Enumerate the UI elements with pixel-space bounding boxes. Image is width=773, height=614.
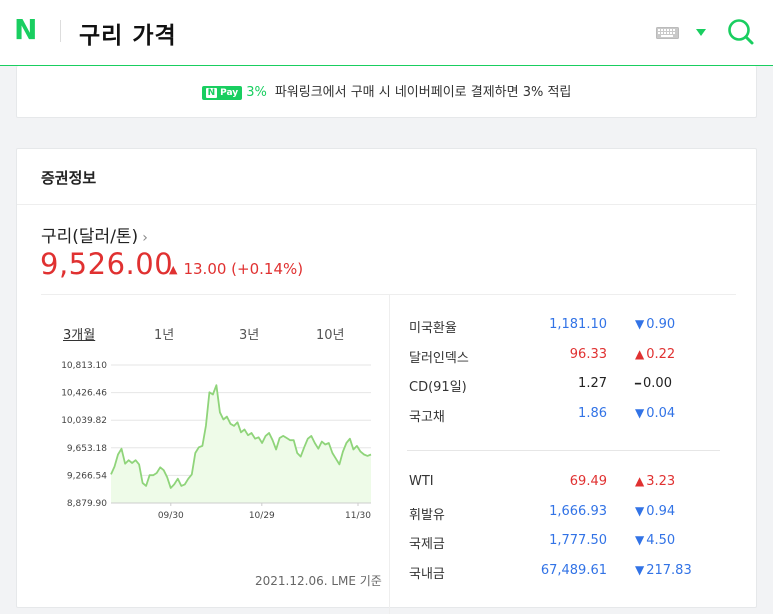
card-title: 증권정보: [41, 169, 97, 187]
tab-1-year[interactable]: 1년: [154, 324, 174, 343]
x-tick-label: 10/29: [249, 511, 275, 521]
price-change-value: 13.00 (+0.14%): [183, 260, 304, 278]
rate-change: ▼ 0.90: [635, 317, 675, 332]
y-tick-label: 10,813.10: [61, 361, 107, 371]
rate-row[interactable]: 국고채 1.86 ▼ 0.04: [407, 406, 727, 426]
rate-change: ▼ 217.83: [635, 563, 692, 578]
down-arrow-icon: ▼: [635, 317, 645, 331]
chart-rates-divider: [389, 294, 390, 614]
rate-change: ▲ 3.23: [635, 474, 675, 489]
current-price: 9,526.00: [40, 247, 174, 281]
up-arrow-icon: ▲: [169, 263, 178, 276]
rate-value: 1.86: [578, 405, 607, 421]
rate-change: ▼ 0.94: [635, 504, 675, 519]
rate-row[interactable]: 달러인덱스 96.33 ▲ 0.22: [407, 347, 727, 367]
down-arrow-icon: ▼: [635, 533, 645, 547]
commodity-name-link[interactable]: 구리(달러/톤) ›: [41, 222, 148, 247]
rate-change-value: 0.04: [646, 405, 676, 421]
rate-name: CD(91일): [409, 380, 467, 395]
search-header: N 구리 가격: [0, 0, 773, 66]
down-arrow-icon: ▼: [635, 405, 645, 420]
tab-3-months[interactable]: 3개월: [63, 324, 95, 343]
npay-promo-text: 파워링크에서 구매 시 네이버페이로 결제하면 3% 적립: [274, 85, 572, 100]
rate-change: ▼ 0.04: [635, 406, 675, 421]
commodity-name: 구리(달러/톤): [41, 227, 139, 247]
npay-badge-pay: Pay: [220, 87, 239, 98]
price-change: ▲ 13.00 (+0.14%): [169, 260, 303, 278]
chart-area-fill: [111, 385, 371, 503]
rate-change-value: 4.50: [646, 533, 676, 548]
rate-change: ▲ 0.22: [635, 347, 675, 362]
rate-row[interactable]: 휘발유 1,666.93 ▼ 0.94: [407, 504, 727, 524]
rate-value: 1,666.93: [549, 503, 607, 519]
rate-name: 국제금: [409, 537, 445, 552]
rate-value: 1.27: [578, 376, 607, 391]
chevron-right-icon: ›: [142, 230, 148, 246]
npay-promo-card[interactable]: N Pay 3% 파워링크에서 구매 시 네이버페이로 결제하면 3% 적립: [16, 66, 757, 118]
rate-name: WTI: [409, 474, 434, 489]
rate-value: 67,489.61: [540, 562, 607, 578]
down-arrow-icon: ▼: [635, 503, 645, 518]
rate-name: 국고채: [409, 409, 445, 425]
card-title-divider: [17, 204, 756, 205]
down-arrow-icon: ▼: [635, 562, 645, 577]
rate-change-value: 0.22: [646, 346, 676, 362]
rate-row[interactable]: WTI 69.49 ▲ 3.23: [407, 474, 727, 494]
search-icon[interactable]: [727, 18, 755, 46]
npay-promo-line: N Pay 3% 파워링크에서 구매 시 네이버페이로 결제하면 3% 적립: [17, 81, 756, 100]
rate-value: 69.49: [569, 474, 607, 489]
rate-value: 96.33: [569, 346, 607, 362]
securities-info-card: 증권정보 구리(달러/톤) › 9,526.00 ▲ 13.00 (+0.14%) …: [16, 148, 757, 614]
rate-row[interactable]: 국제금 1,777.50 ▼ 4.50: [407, 533, 727, 553]
rate-change: ▼ 4.50: [635, 533, 675, 548]
search-query-text[interactable]: 구리 가격: [79, 16, 177, 50]
y-tick-label: 10,039.82: [61, 416, 107, 426]
x-tick-label: 11/30: [345, 511, 371, 521]
period-tabs: 3개월 1년 3년 10년: [41, 324, 371, 344]
rate-row[interactable]: CD(91일) 1.27 ━ 0.00: [407, 376, 727, 396]
rates-divider: [407, 450, 720, 451]
rate-row[interactable]: 미국환율 1,181.10 ▼ 0.90: [407, 317, 727, 337]
npay-badge-n: N: [205, 87, 218, 98]
y-tick-label: 9,653.18: [67, 444, 107, 454]
npay-percent: 3%: [246, 85, 267, 100]
keyboard-icon[interactable]: [656, 27, 679, 39]
rate-change-value: 0.94: [646, 503, 676, 519]
rate-name: 휘발유: [409, 507, 445, 523]
tab-3-years[interactable]: 3년: [239, 324, 259, 343]
as-of-date: 2021.12.06. LME 기준: [255, 574, 382, 588]
rate-value: 1,777.50: [549, 533, 607, 548]
flat-dash-icon: ━: [635, 379, 642, 390]
rate-change-value: 0.90: [646, 317, 676, 332]
price-chart[interactable]: 10,813.10 10,426.46 10,039.82 9,653.18 9,266…: [33, 355, 378, 525]
y-tick-label: 9,266.54: [67, 471, 107, 481]
rate-change-value: 217.83: [646, 562, 692, 578]
rate-value: 1,181.10: [549, 317, 607, 332]
header-divider: [60, 20, 61, 42]
rate-row[interactable]: 국내금 67,489.61 ▼ 217.83: [407, 563, 727, 583]
rate-name: 달러인덱스: [409, 350, 469, 366]
npay-badge: N Pay: [201, 85, 243, 100]
rate-name: 미국환율: [409, 321, 457, 336]
rate-name: 국내금: [409, 566, 445, 582]
y-tick-label: 10,426.46: [61, 389, 107, 399]
rate-change-value: 3.23: [646, 474, 676, 489]
naver-logo[interactable]: N: [14, 16, 40, 44]
tab-10-years[interactable]: 10년: [316, 324, 345, 343]
rate-change: ━ 0.00: [635, 376, 672, 391]
y-tick-label: 8,879.90: [67, 499, 107, 509]
dropdown-arrow-icon[interactable]: [696, 29, 706, 36]
up-arrow-icon: ▲: [635, 346, 645, 361]
x-tick-label: 09/30: [158, 511, 184, 521]
up-arrow-icon: ▲: [635, 474, 645, 488]
rate-change-value: 0.00: [643, 376, 672, 391]
